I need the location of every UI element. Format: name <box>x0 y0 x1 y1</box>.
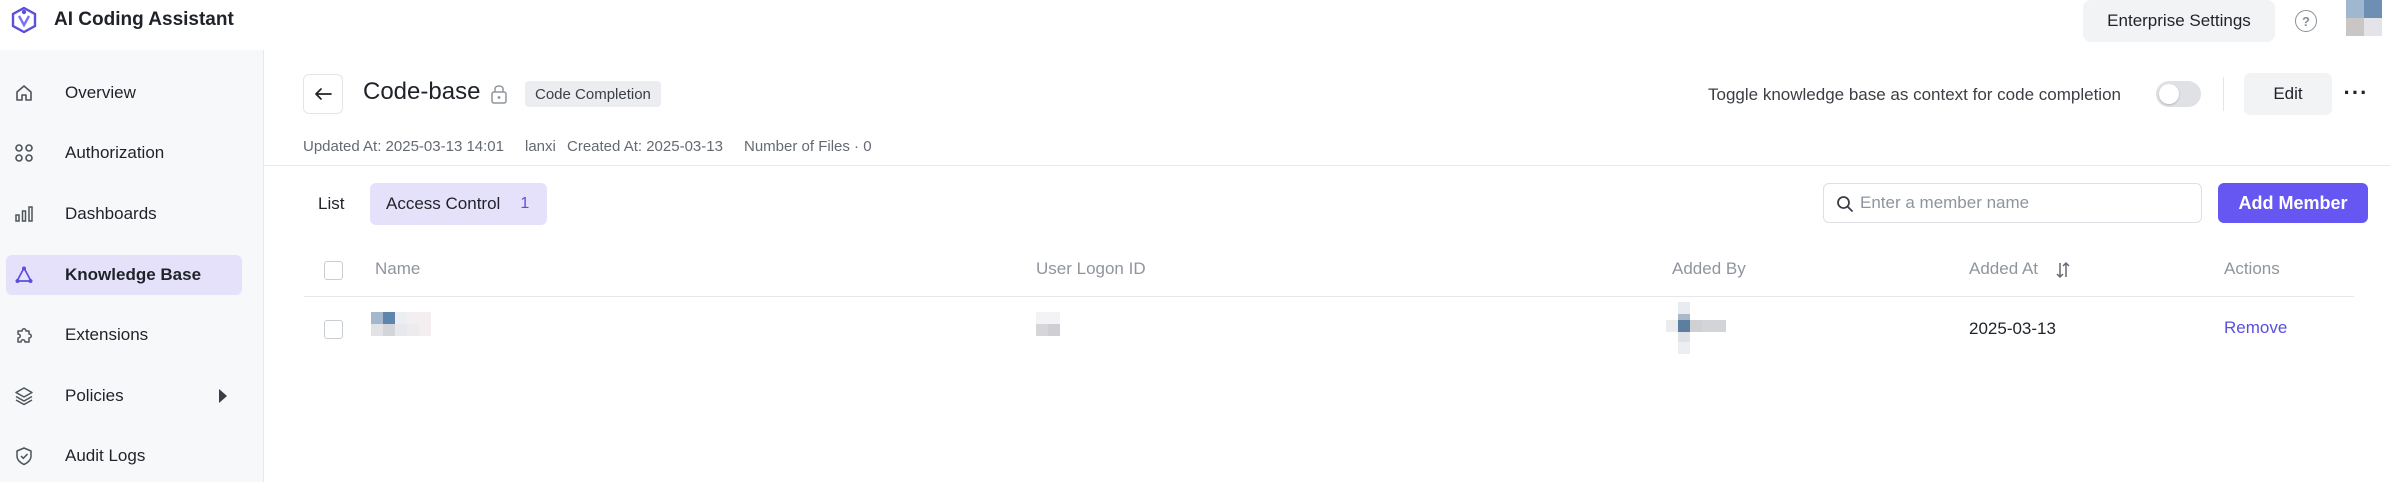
sidebar-item-label: Policies <box>65 386 124 405</box>
sidebar-item-label: Overview <box>65 83 136 102</box>
sort-icon[interactable] <box>2055 260 2071 280</box>
file-count: Number of Files · 0 <box>744 138 872 155</box>
enterprise-settings-button[interactable]: Enterprise Settings <box>2083 0 2275 42</box>
sidebar-item-label: Audit Logs <box>65 446 146 465</box>
header-divider <box>264 165 2390 166</box>
created-at: Created At: 2025-03-13 <box>567 138 723 155</box>
edit-button[interactable]: Edit <box>2244 73 2332 115</box>
search-input[interactable] <box>1860 184 2190 222</box>
tab-count-badge: 1 <box>520 195 530 212</box>
sidebar-item-authorization[interactable]: Authorization <box>6 133 242 173</box>
top-bar: AI Coding Assistant Enterprise Settings … <box>0 0 2390 42</box>
context-toggle[interactable] <box>2156 81 2201 107</box>
updated-by: lanxi <box>525 138 556 155</box>
member-search <box>1823 183 2202 223</box>
added-at-value: 2025-03-13 <box>1969 319 2056 338</box>
sidebar-item-policies[interactable]: Policies <box>6 376 242 416</box>
divider <box>2223 77 2224 111</box>
tab-list[interactable]: List <box>318 194 344 214</box>
sidebar: Overview Authorization Dashboards Knowle… <box>0 50 264 482</box>
sidebar-item-label: Knowledge Base <box>65 265 202 284</box>
sidebar-item-extensions[interactable]: Extensions <box>6 315 242 355</box>
column-header-name: Name <box>375 259 421 278</box>
sidebar-item-label: Dashboards <box>65 204 157 223</box>
home-icon <box>16 85 32 101</box>
remove-member-link[interactable]: Remove <box>2224 318 2287 338</box>
header-row-divider <box>304 296 2354 297</box>
column-header-added-at[interactable]: Added At <box>1969 259 2038 279</box>
caret-right-icon <box>219 389 227 403</box>
sidebar-item-dashboards[interactable]: Dashboards <box>6 194 242 234</box>
sidebar-item-overview[interactable]: Overview <box>6 73 242 113</box>
row-checkbox[interactable] <box>324 320 343 339</box>
column-header-logon-id: User Logon ID <box>1036 259 1146 278</box>
tab-access-control[interactable]: Access Control 1 <box>370 183 547 225</box>
logo-icon <box>11 6 37 34</box>
tab-label: Access Control <box>386 194 501 213</box>
lock-icon <box>491 85 507 104</box>
more-options-icon[interactable]: ··· <box>2344 78 2368 108</box>
toggle-label: Toggle knowledge base as context for cod… <box>1708 85 2121 104</box>
column-header-added-by: Added By <box>1672 259 1746 278</box>
page-title: Code-base <box>363 78 481 105</box>
type-tag: Code Completion <box>525 81 661 107</box>
sidebar-item-label: Authorization <box>65 143 165 162</box>
select-all-checkbox[interactable] <box>324 261 343 280</box>
app-title: AI Coding Assistant <box>54 9 234 30</box>
back-button[interactable] <box>303 74 343 114</box>
toggle-knob <box>2159 84 2179 104</box>
shield-icon <box>16 447 32 466</box>
add-member-button[interactable]: Add Member <box>2218 183 2368 223</box>
search-icon <box>1837 196 1853 212</box>
sidebar-item-audit-logs[interactable]: Audit Logs <box>6 436 242 476</box>
arrow-left-icon <box>315 88 332 100</box>
puzzle-icon <box>17 328 32 343</box>
bar-chart-icon <box>15 206 33 222</box>
column-header-actions: Actions <box>2224 259 2280 278</box>
updated-at: Updated At: 2025-03-13 14:01 <box>303 138 504 155</box>
sidebar-item-label: Extensions <box>65 325 149 344</box>
sidebar-item-knowledge-base[interactable]: Knowledge Base <box>6 255 242 295</box>
user-avatar[interactable] <box>2346 0 2382 36</box>
help-icon[interactable]: ? <box>2295 10 2317 32</box>
layers-icon <box>15 387 33 406</box>
knowledge-icon <box>15 266 33 283</box>
grid-icon <box>15 144 33 162</box>
